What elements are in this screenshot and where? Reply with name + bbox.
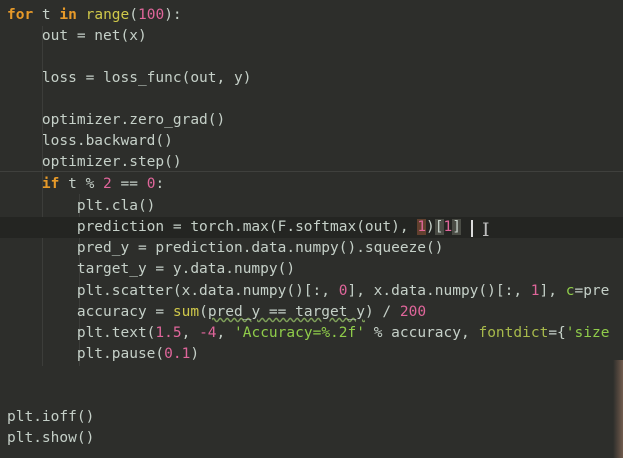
code-token: target_y = y.data.numpy() bbox=[7, 261, 296, 277]
code-line[interactable]: out = net(x) bbox=[0, 26, 623, 47]
code-token: 1.5 bbox=[155, 325, 182, 341]
code-line[interactable] bbox=[0, 47, 623, 68]
code-token: 200 bbox=[399, 304, 427, 320]
code-line[interactable]: optimizer.zero_grad() bbox=[0, 110, 623, 131]
code-token: sum bbox=[172, 304, 200, 320]
code-line[interactable]: for t in range(100): bbox=[0, 5, 623, 26]
code-token: == bbox=[111, 176, 147, 192]
code-token: for bbox=[7, 7, 34, 23]
code-token: : bbox=[155, 176, 165, 192]
code-line[interactable]: if t % 2 == 0: bbox=[0, 174, 623, 195]
code-token: accuracy = bbox=[7, 304, 173, 320]
code-token: pred_y = prediction.data.numpy().squeeze… bbox=[7, 240, 444, 256]
code-token: ] bbox=[452, 219, 461, 235]
code-token: range bbox=[85, 7, 130, 23]
code-token: 'size bbox=[565, 325, 610, 341]
code-token: 1 bbox=[530, 283, 540, 299]
code-line[interactable] bbox=[0, 89, 623, 110]
code-line[interactable]: plt.text(1.5, -4, 'Accuracy=%.2f' % accu… bbox=[0, 323, 623, 344]
code-token: 2 bbox=[103, 176, 112, 192]
code-token: t % bbox=[59, 176, 104, 192]
code-token: loss = loss_func(out, y) bbox=[7, 70, 252, 86]
code-token: [ bbox=[434, 219, 444, 235]
code-token: loss.backward() bbox=[7, 133, 173, 149]
code-line[interactable]: prediction = torch.max(F.softmax(out), 1… bbox=[0, 217, 623, 238]
code-token: , bbox=[181, 325, 200, 341]
code-token: pred_y == target_y bbox=[207, 304, 365, 320]
code-token: ], x.data.numpy()[:, bbox=[347, 283, 531, 299]
code-editor[interactable]: for t in range(100): out = net(x) loss =… bbox=[0, 0, 623, 458]
code-token: ): bbox=[164, 7, 182, 23]
code-token: plt.show() bbox=[7, 430, 95, 446]
code-token: plt.text( bbox=[7, 325, 156, 341]
code-line[interactable] bbox=[0, 365, 623, 386]
code-line[interactable]: plt.cla() bbox=[0, 196, 623, 217]
code-token: plt.cla() bbox=[7, 198, 156, 214]
code-line[interactable]: plt.scatter(x.data.numpy()[:, 0], x.data… bbox=[0, 281, 623, 302]
ibeam-mouse-cursor-icon: I bbox=[482, 219, 490, 241]
code-token: t bbox=[33, 7, 60, 23]
code-line[interactable]: plt.show() bbox=[0, 428, 623, 449]
code-line[interactable]: accuracy = sum(pred_y == target_y) / 200 bbox=[0, 302, 623, 323]
code-line[interactable] bbox=[0, 386, 623, 407]
code-line[interactable]: pred_y = prediction.data.numpy().squeeze… bbox=[0, 238, 623, 259]
code-token: 1 bbox=[417, 219, 427, 235]
code-token: ( bbox=[129, 7, 138, 23]
code-line[interactable]: plt.pause(0.1) bbox=[0, 344, 623, 365]
code-token: optimizer.step() bbox=[7, 154, 182, 170]
code-token: ], bbox=[539, 283, 566, 299]
code-token: ) / bbox=[364, 304, 400, 320]
code-token: , bbox=[216, 325, 235, 341]
text-cursor bbox=[471, 220, 473, 237]
code-line[interactable]: optimizer.step() bbox=[0, 152, 623, 173]
code-token: optimizer.zero_grad() bbox=[7, 112, 226, 128]
code-line[interactable]: target_y = y.data.numpy() bbox=[0, 259, 623, 280]
code-token: 100 bbox=[138, 7, 165, 23]
code-token: out = net(x) bbox=[7, 28, 147, 44]
code-token: =pre bbox=[574, 283, 610, 299]
code-token: 0.1 bbox=[164, 346, 191, 362]
code-token: plt.ioff() bbox=[7, 409, 95, 425]
code-token: 1 bbox=[443, 219, 453, 235]
code-line[interactable]: plt.ioff() bbox=[0, 407, 623, 428]
code-token: % accuracy, bbox=[364, 325, 479, 341]
code-token: -4 bbox=[199, 325, 217, 341]
code-token: ={ bbox=[548, 325, 566, 341]
code-token: ( bbox=[199, 304, 208, 320]
window-edge-shadow bbox=[613, 360, 623, 458]
code-token: plt.pause( bbox=[7, 346, 165, 362]
code-token: if bbox=[41, 176, 60, 192]
code-token: fontdict bbox=[478, 325, 549, 341]
code-line[interactable]: loss = loss_func(out, y) bbox=[0, 68, 623, 89]
code-line[interactable]: loss.backward() bbox=[0, 131, 623, 152]
code-token: ) bbox=[190, 346, 200, 362]
code-token: 'Accuracy=%.2f' bbox=[234, 325, 365, 341]
code-token: prediction = torch.max(F.softmax(out), bbox=[7, 219, 418, 235]
code-token: ) bbox=[426, 219, 435, 235]
code-token: in bbox=[59, 7, 77, 23]
code-token: plt.scatter(x.data.numpy()[:, bbox=[7, 283, 339, 299]
